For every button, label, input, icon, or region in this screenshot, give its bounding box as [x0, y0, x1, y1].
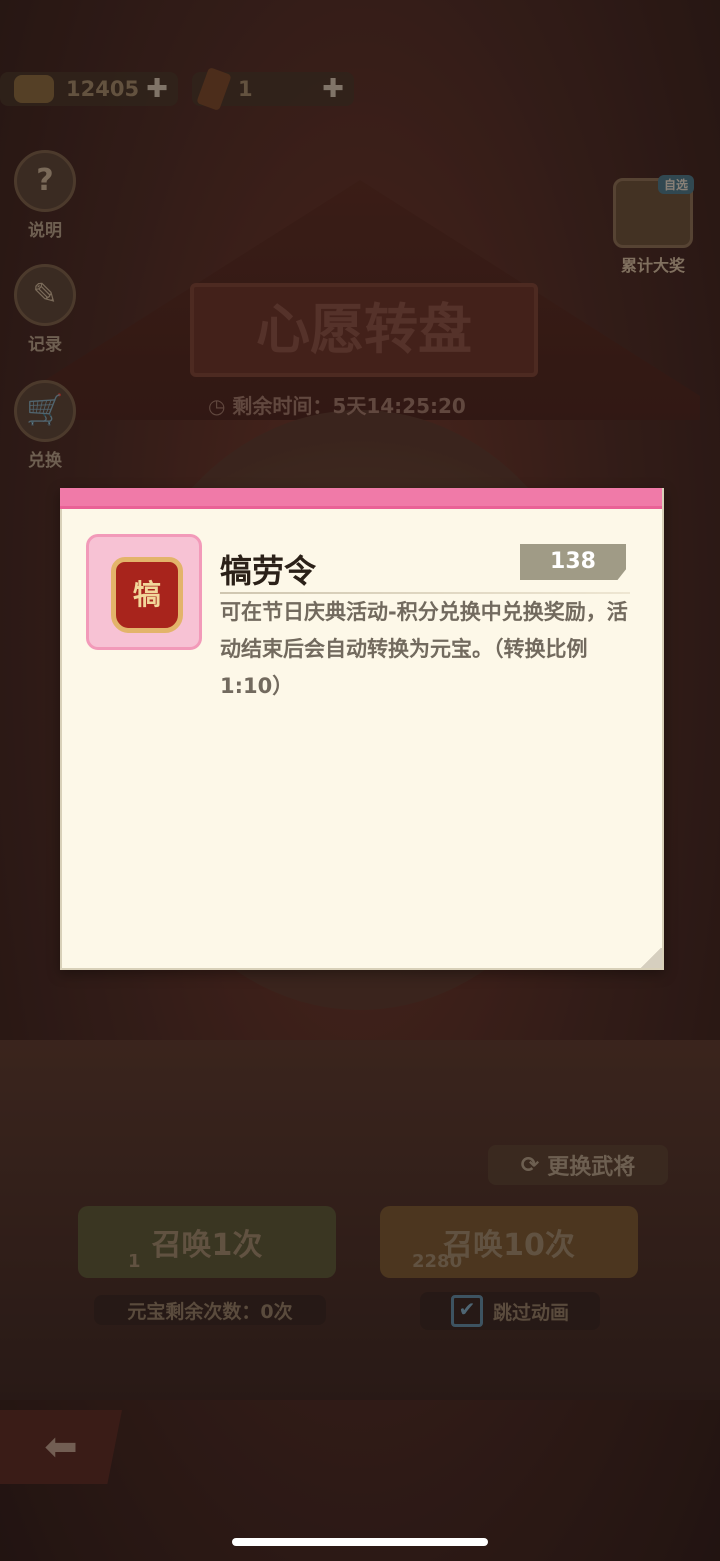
item-name: 犒劳令 — [220, 552, 317, 590]
item-count-badge: 138 — [520, 544, 626, 580]
dialog-header-strip — [60, 488, 662, 509]
item-info-dialog: 犒 犒劳令 138 可在节日庆典活动-积分兑换中兑换奖励，活动结束后会自动转换为… — [60, 488, 664, 970]
page-curl-corner — [640, 948, 662, 968]
item-description: 可在节日庆典活动-积分兑换中兑换奖励，活动结束后会自动转换为元宝。（转换比例1:… — [220, 600, 628, 698]
home-indicator[interactable] — [232, 1538, 488, 1546]
item-icon: 犒 — [86, 534, 202, 650]
token-badge-icon: 犒 — [111, 557, 183, 633]
